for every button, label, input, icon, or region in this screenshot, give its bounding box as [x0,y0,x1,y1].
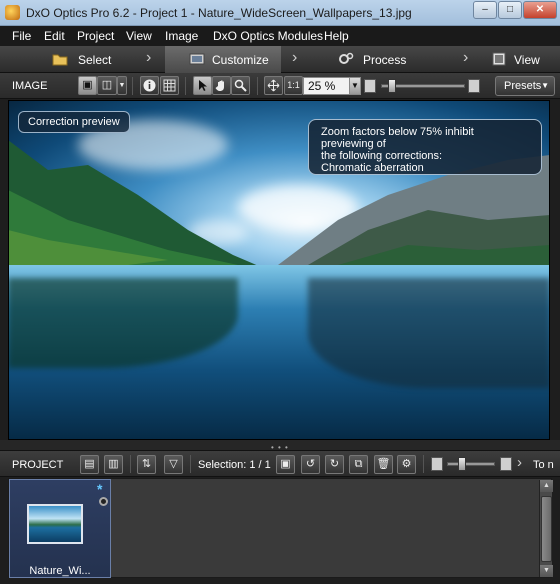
menu-help[interactable]: Help [324,29,349,43]
separator [257,77,258,95]
menu-edit[interactable]: Edit [44,29,65,43]
menu-project[interactable]: Project [77,29,114,43]
compare-dropdown-button[interactable]: ▼ [117,76,127,95]
scroll-down-button[interactable]: ▼ [540,565,553,577]
thumbnail-size-slider[interactable] [447,462,495,466]
menu-image[interactable]: Image [165,29,198,43]
view-icon [492,52,506,66]
thumbnail-image [27,504,83,544]
project-toolbar-label: PROJECT [12,459,64,471]
thumbnail-size-slider-thumb[interactable] [458,457,466,471]
zoom-in-icon[interactable] [468,79,480,93]
customize-icon [189,53,205,65]
grid-button[interactable] [160,76,179,95]
separator [190,455,191,473]
tab-view-label: View [514,53,540,67]
zoom-dropdown-button[interactable]: ▼ [349,77,361,95]
magnifier-icon [234,79,247,92]
rotate-right-button[interactable]: ↻ [325,455,344,474]
zoom-warning-line: the following corrections: [321,150,443,162]
selection-mode-button[interactable]: ▣ [276,455,295,474]
sort-button[interactable]: ⇅ [137,455,156,474]
image-toolbar: IMAGE ▣ ◫ ▼ 1:1 25 % ▼ Presets ▼ [0,73,560,99]
hand-icon [215,80,224,91]
separator [130,455,131,473]
chevron-right-icon: › [146,49,152,66]
pointer-tool-button[interactable] [193,76,212,95]
chevron-right-icon[interactable]: › [517,454,522,471]
project-thumbnail-panel: * Nature_Wi... ▲ ▼ [8,478,553,578]
vertical-scrollbar[interactable]: ▲ ▼ [539,480,553,577]
zoom-warning-line: Chromatic aberration [321,162,424,174]
cursor-icon [198,80,207,91]
correction-preview-badge: Correction preview [18,111,130,133]
image-viewer[interactable]: Correction preview Zoom factors below 75… [8,100,550,440]
menu-bar: File Edit Project View Image DxO Optics … [0,26,560,46]
fit-to-screen-button[interactable] [264,76,283,95]
chevron-down-icon: ▼ [541,81,549,90]
separator [185,77,186,95]
image-toolbar-label: IMAGE [12,80,48,92]
gears-icon [339,52,354,64]
info-button[interactable] [140,76,159,95]
separator [132,77,133,95]
thumbnail-size-large-icon[interactable] [500,457,512,471]
zoom-tool-button[interactable] [231,76,250,95]
zoom-slider-thumb[interactable] [388,79,396,93]
tab-select-label: Select [78,53,112,67]
info-icon [143,79,156,92]
separator [423,455,424,473]
tab-customize-label: Customize [212,53,269,67]
project-toolbar: PROJECT ▤ ▥ ⇅ ▽ Selection: 1 / 1 ▣ ↺ ↻ ⧉… [0,450,560,477]
tab-process-label: Process [363,53,407,67]
settings-button[interactable]: ⚙ [397,455,416,474]
copy-settings-button[interactable]: ⧉ [349,455,368,474]
thumbnail-size-small-icon[interactable] [431,457,443,471]
menu-dxo-optics-modules[interactable]: DxO Optics Modules [213,29,323,43]
project-trailing-label: To n [533,459,554,471]
grid-icon [163,79,176,92]
photo-reflection [308,278,550,388]
add-images-button[interactable]: ▤ [80,455,99,474]
window-title: DxO Optics Pro 6.2 - Project 1 - Nature_… [26,6,412,20]
title-bar: DxO Optics Pro 6.2 - Project 1 - Nature_… [0,0,560,26]
modified-star-icon: * [97,481,103,497]
rotate-left-button[interactable]: ↺ [301,455,320,474]
menu-view[interactable]: View [126,29,152,43]
chevron-right-icon: › [292,49,298,66]
hand-tool-button[interactable] [212,76,231,95]
chevron-right-icon: › [463,49,469,66]
move-arrows-icon [267,79,280,92]
selection-count: Selection: 1 / 1 [198,459,271,471]
minimize-button[interactable]: – [473,1,497,19]
presets-label: Presets [504,80,542,92]
maximize-button[interactable]: □ [498,1,522,19]
close-button[interactable]: ✕ [523,1,557,19]
delete-button[interactable]: 🗑 [374,455,393,474]
presets-button[interactable]: Presets ▼ [495,76,555,96]
single-view-button[interactable]: ▣ [78,76,97,95]
folder-icon [52,54,68,66]
zoom-level-field[interactable]: 25 % [303,77,350,95]
tab-process[interactable]: Process [330,46,450,73]
status-dot-icon [99,497,108,506]
tab-view[interactable]: View [488,46,558,73]
zoom-warning-line: Zoom factors below 75% inhibit previewin… [321,126,474,150]
image-thumbnail[interactable]: * Nature_Wi... [9,479,111,578]
scroll-up-button[interactable]: ▲ [540,480,553,492]
menu-file[interactable]: File [12,29,31,43]
zoom-out-icon[interactable] [364,79,376,93]
workflow-steps: Select › Customize › Process › View [0,46,560,73]
actual-size-button[interactable]: 1:1 [284,76,303,95]
app-icon [5,5,20,20]
tab-customize[interactable]: Customize [165,46,281,73]
thumbnail-name: Nature_Wi... [29,565,91,577]
filter-button[interactable]: ▽ [164,455,183,474]
remove-images-button[interactable]: ▥ [104,455,123,474]
tab-select[interactable]: Select [40,46,150,73]
scrollbar-thumb[interactable] [541,496,552,562]
zoom-warning-message: Zoom factors below 75% inhibit previewin… [308,119,542,175]
compare-view-button[interactable]: ◫ [97,76,117,95]
